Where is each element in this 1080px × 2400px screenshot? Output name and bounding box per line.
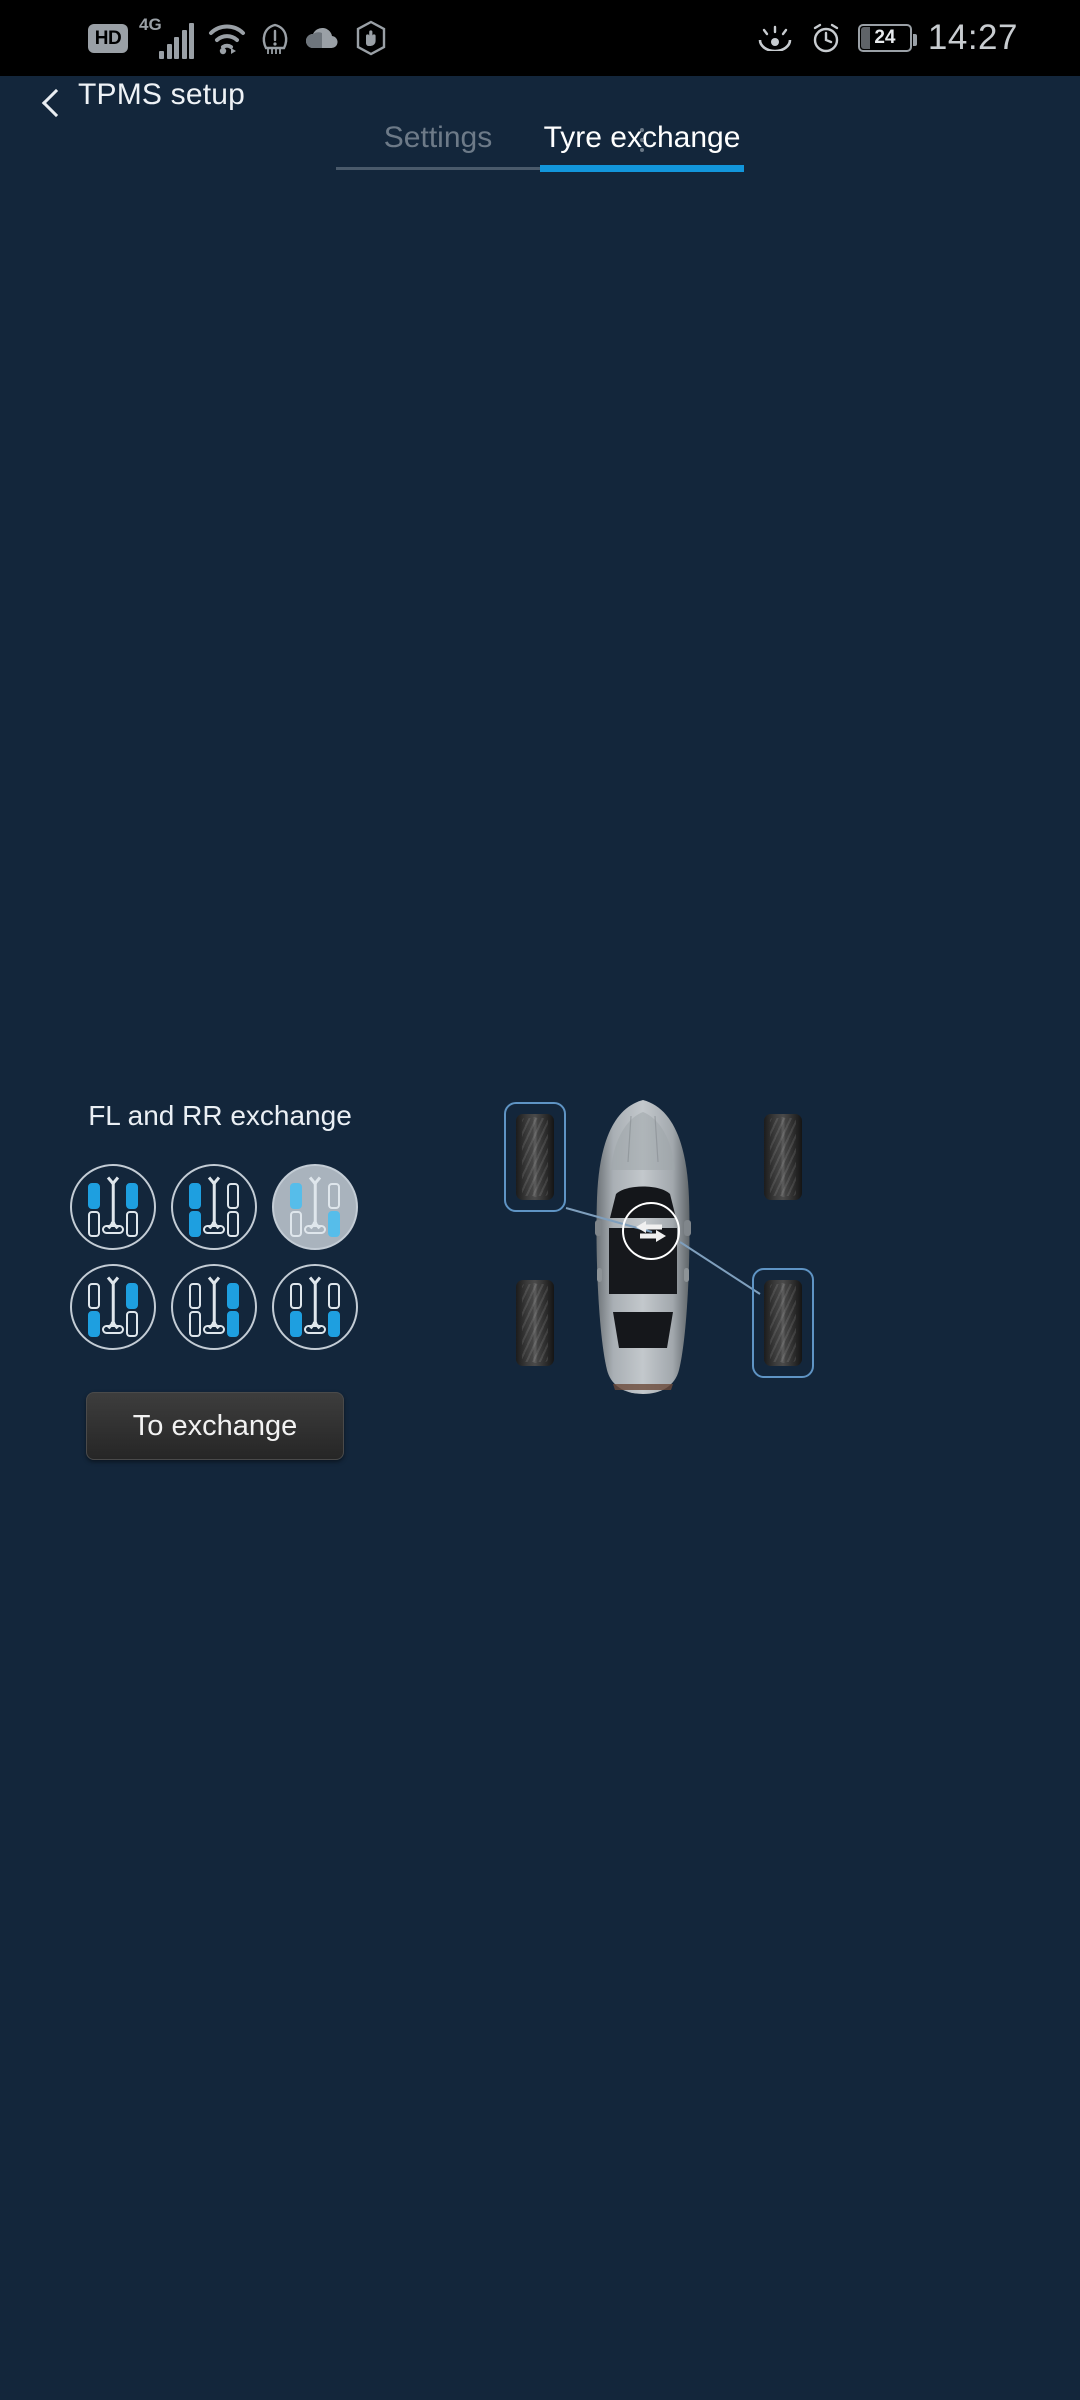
signal-bars: [159, 23, 194, 59]
exchange-option-fr-rl[interactable]: [70, 1264, 156, 1350]
exchange-panel: FL and RR exchange To exchange: [0, 1100, 450, 1460]
tab-settings-underline: [336, 167, 540, 170]
hand-stop-icon: [356, 20, 386, 56]
alarm-icon: [813, 23, 839, 53]
tyre-mark-fl: [88, 1183, 100, 1209]
clock-label: 14:27: [927, 18, 1018, 57]
selected-exchange-title: FL and RR exchange: [88, 1100, 352, 1131]
wifi-icon: [209, 24, 245, 55]
eye-care-icon: [758, 25, 792, 51]
tyre-highlight-rear-right: [752, 1268, 814, 1378]
tab-settings[interactable]: Settings: [336, 118, 540, 174]
battery-icon: 24: [857, 24, 917, 52]
tyre-mark-rl: [88, 1211, 100, 1237]
tab-bar: Settings Tyre exchange: [336, 118, 744, 174]
tyre-mark-rr: [227, 1311, 239, 1337]
4g-signal-icon: 4G: [139, 15, 194, 59]
tyre-mark-fr: [126, 1183, 138, 1209]
tyre-mark-fl: [88, 1283, 100, 1309]
exchange-option-fl-fr[interactable]: [70, 1164, 156, 1250]
tyre-mark-fl: [189, 1183, 201, 1209]
tyre-rear-left[interactable]: [516, 1280, 554, 1366]
tyre-mark-rr: [328, 1211, 340, 1237]
tyre-mark-fl: [189, 1283, 201, 1309]
swap-arrows-icon: [622, 1202, 680, 1260]
tyre-mark-fr: [328, 1283, 340, 1309]
status-bar-right-icons: 24 14:27: [756, 18, 1018, 58]
tyre-mark-rl: [290, 1211, 302, 1237]
tyre-mark-rl: [189, 1211, 201, 1237]
exchange-option-fl-rr[interactable]: [272, 1164, 358, 1250]
tyre-highlight-front-left: [504, 1102, 566, 1212]
tyre-mark-fl: [290, 1283, 302, 1309]
exchange-option-grid: [70, 1164, 450, 1364]
tyre-mark-fr: [227, 1283, 239, 1309]
tyre-mark-rr: [126, 1211, 138, 1237]
page-title: TPMS setup: [78, 78, 246, 111]
network-type-label: 4G: [139, 15, 162, 34]
tyre-mark-rl: [290, 1311, 302, 1337]
tyre-mark-rr: [126, 1311, 138, 1337]
status-bar: HD 4G 24 14:27: [0, 0, 1080, 76]
tyre-mark-fr: [328, 1183, 340, 1209]
tpms-warning-icon: [262, 23, 288, 54]
tab-settings-label: Settings: [383, 121, 493, 154]
exchange-option-fl-rl[interactable]: [171, 1164, 257, 1250]
tyre-mark-rl: [189, 1311, 201, 1337]
tyre-mark-fl: [290, 1183, 302, 1209]
car-diagram: [470, 1080, 870, 1420]
cloud-icon: [306, 27, 338, 49]
tab-divider-dots-icon: [640, 128, 644, 152]
hd-icon: HD: [88, 23, 128, 53]
exchange-option-fr-rr[interactable]: [171, 1264, 257, 1350]
tyre-mark-rl: [88, 1311, 100, 1337]
screen-root: HD 4G 24 14:27 TPMS setup Settings Tyre …: [0, 0, 1080, 2400]
battery-level-label: 24: [874, 27, 896, 48]
back-chevron-icon[interactable]: [38, 90, 64, 116]
to-exchange-button[interactable]: To exchange: [86, 1392, 344, 1460]
tyre-mark-rr: [227, 1211, 239, 1237]
tyre-mark-fr: [227, 1183, 239, 1209]
tab-tyre-exchange[interactable]: Tyre exchange: [540, 118, 744, 174]
tyre-front-right[interactable]: [764, 1114, 802, 1200]
tyre-mark-fr: [126, 1283, 138, 1309]
tab-tyre-exchange-underline: [540, 165, 744, 172]
tyre-mark-rr: [328, 1311, 340, 1337]
status-bar-left-icons: HD 4G: [88, 15, 388, 59]
exchange-option-rl-rr[interactable]: [272, 1264, 358, 1350]
